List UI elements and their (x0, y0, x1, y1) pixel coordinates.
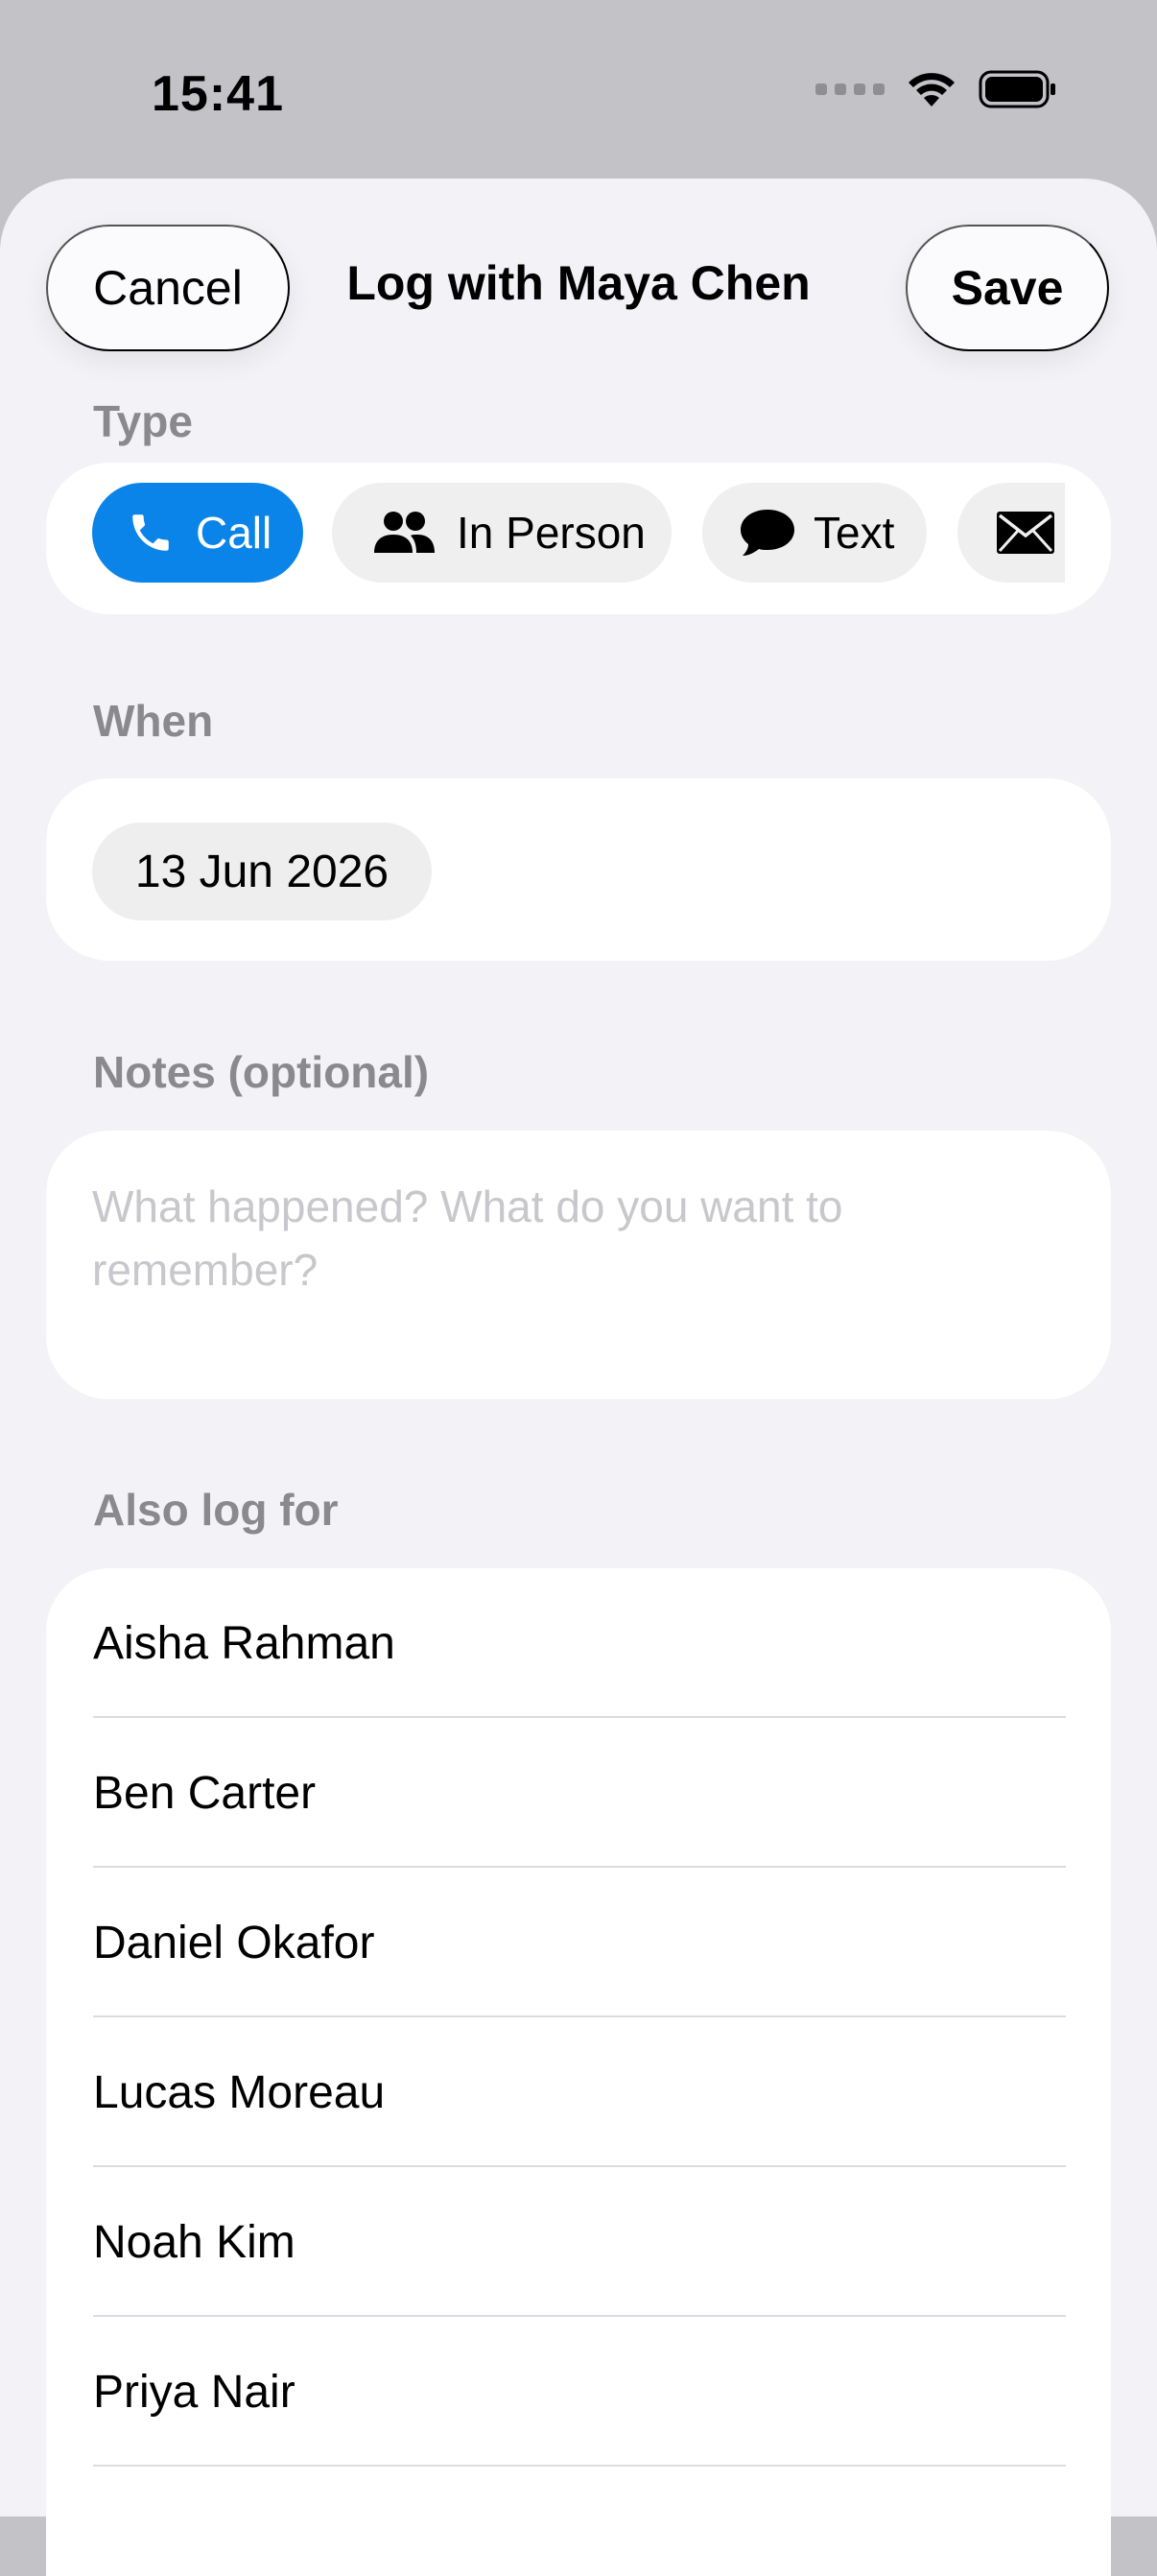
type-chip-text[interactable]: Text (702, 483, 927, 583)
list-item-aisha-rahman[interactable]: Aisha Rahman (46, 1568, 1111, 1718)
list-item-lucas-moreau[interactable]: Lucas Moreau (46, 2017, 1111, 2167)
speech-bubble-icon (741, 510, 794, 556)
list-item-noah-kim[interactable]: Noah Kim (46, 2167, 1111, 2317)
notes-section-label: Notes (optional) (93, 1047, 430, 1097)
type-section-label: Type (93, 396, 193, 446)
type-chip-call[interactable]: Call (92, 483, 303, 583)
log-sheet: Cancel Log with Maya Chen Save Type Call… (0, 179, 1157, 2576)
sheet-title: Log with Maya Chen (346, 256, 811, 310)
battery-icon (979, 70, 1055, 108)
list-item-ben-carter[interactable]: Ben Carter (46, 1718, 1111, 1868)
type-chip-strip[interactable]: Call In Person Text (92, 483, 1065, 583)
type-chip-in-person[interactable]: In Person (332, 483, 672, 583)
type-chip-label: Text (814, 508, 895, 558)
type-chip-label: Call (196, 508, 272, 558)
cancel-button[interactable]: Cancel (46, 225, 290, 351)
when-card: 13 Jun 2026 (46, 778, 1111, 961)
notes-card (46, 1131, 1111, 1399)
type-card: Call In Person Text (46, 463, 1111, 614)
cellular-signal-icon (815, 83, 885, 95)
status-bar: 15:41 (0, 0, 1157, 179)
envelope-icon (997, 512, 1054, 554)
save-button[interactable]: Save (906, 225, 1109, 351)
notes-input[interactable] (92, 1175, 975, 1367)
also-log-section-label: Also log for (93, 1485, 339, 1535)
people-icon (374, 512, 435, 553)
type-chip-email[interactable] (957, 483, 1065, 583)
list-item-priya-nair[interactable]: Priya Nair (46, 2317, 1111, 2467)
also-log-list: Aisha Rahman Ben Carter Daniel Okafor Lu… (46, 1568, 1111, 2576)
status-icons (815, 69, 1057, 109)
date-picker-button[interactable]: 13 Jun 2026 (92, 823, 432, 920)
status-time: 15:41 (152, 66, 284, 122)
type-chip-label: In Person (457, 508, 646, 558)
when-section-label: When (93, 696, 214, 746)
list-item-daniel-okafor[interactable]: Daniel Okafor (46, 1868, 1111, 2017)
phone-icon (132, 514, 169, 551)
wifi-icon (909, 73, 955, 107)
